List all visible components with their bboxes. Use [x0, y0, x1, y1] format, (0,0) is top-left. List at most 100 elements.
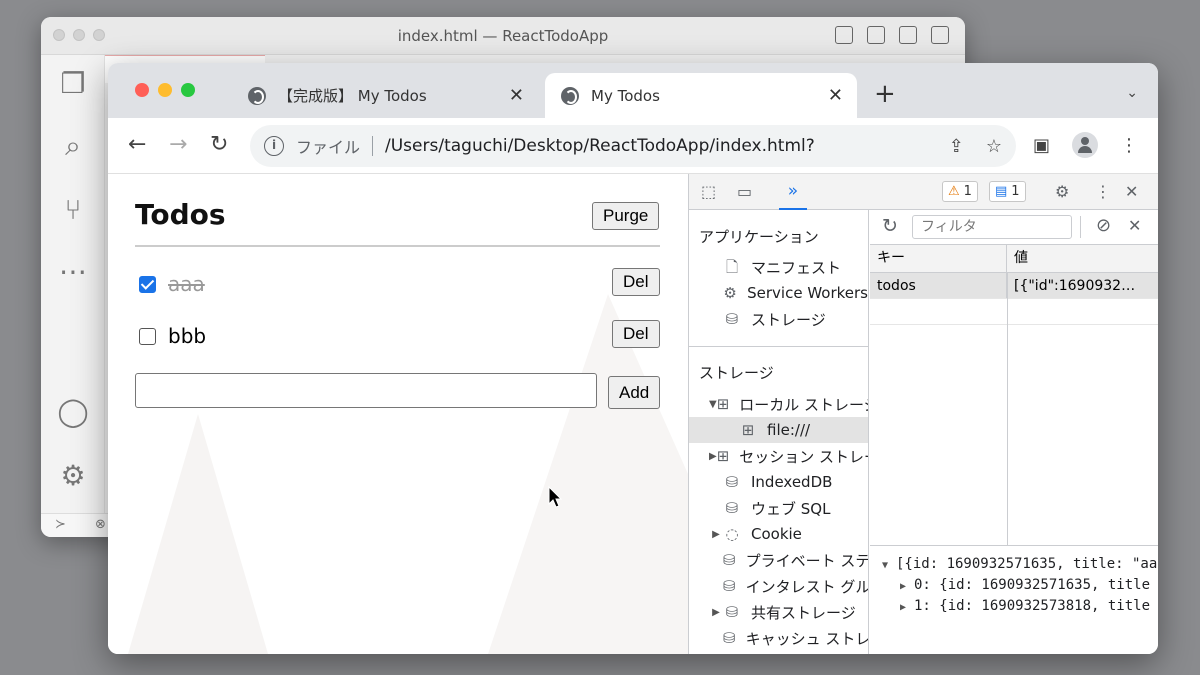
source-control-icon[interactable]: ⑂ [56, 193, 90, 227]
expand-arrow-icon[interactable]: ▶ [709, 529, 723, 540]
zoom-window-button[interactable] [181, 83, 195, 97]
clear-all-icon[interactable]: ⊘ [1096, 215, 1111, 236]
sidebar-item-manifest[interactable]: 🗋 マニフェスト [689, 254, 868, 280]
inspect-element-icon[interactable]: ⬚ [701, 182, 716, 201]
toggle-primary-sidebar-icon[interactable] [835, 26, 853, 44]
new-tab-button[interactable]: + [874, 81, 896, 107]
purge-button[interactable]: Purge [592, 202, 660, 230]
toggle-secondary-sidebar-icon[interactable] [899, 26, 917, 44]
expand-arrow-icon[interactable]: ▼ [709, 399, 717, 410]
preview-line[interactable]: ▼ [{id: 1690932571635, title: "aaa" [870, 554, 1158, 575]
sidebar-item-service-workers[interactable]: ⚙ Service Workers [689, 280, 868, 306]
chrome-menu-icon[interactable]: ⋮ [1120, 135, 1138, 156]
sidebar-item-shared-storage[interactable]: ▶ ⛁ 共有ストレージ [689, 599, 868, 625]
close-window-button[interactable] [135, 83, 149, 97]
forward-arrow-icon[interactable]: → [169, 132, 187, 158]
omnibox-actions: ⇪ ☆ [949, 136, 1002, 157]
sidebar-item-cookie[interactable]: ▶ ◌ Cookie [689, 521, 868, 547]
message-icon: ▤ [995, 184, 1008, 199]
remote-icon[interactable]: ≻ [55, 517, 66, 532]
back-arrow-icon[interactable]: ← [128, 132, 146, 158]
sidebar-item-file-origin[interactable]: ⊞ file:/// [689, 417, 868, 443]
site-info-icon[interactable]: i [264, 136, 284, 156]
close-devtools-icon[interactable]: ✕ [1125, 182, 1138, 201]
sidebar-item-label: IndexedDB [751, 473, 833, 491]
devtools-panel: ⬚ ▭ » ⚠ 1 ▤ 1 ⚙ ⋮ ✕ アプリケーション 🗋 マニフェスト ⚙ [688, 174, 1158, 654]
account-icon[interactable]: ◯ [56, 395, 90, 429]
close-tab-icon[interactable]: ✕ [509, 85, 524, 106]
warnings-badge[interactable]: ⚠ 1 [942, 181, 978, 202]
database-icon: ⛁ [723, 577, 736, 595]
sidebar-item-storage[interactable]: ⛁ ストレージ [689, 306, 868, 332]
add-button[interactable]: Add [608, 376, 661, 409]
address-scheme: ファイル [296, 138, 361, 157]
problems-icon[interactable]: ⊗ [95, 517, 106, 532]
application-sidebar: アプリケーション 🗋 マニフェスト ⚙ Service Workers ⛁ スト… [689, 210, 869, 654]
filter-divider [1080, 216, 1081, 238]
close-tab-icon[interactable]: ✕ [828, 85, 843, 106]
settings-icon[interactable]: ⚙ [56, 459, 90, 493]
table-row-empty [870, 299, 1158, 325]
customize-menu-icon[interactable]: ⋮ [1095, 182, 1111, 201]
todo-text: aaa [168, 272, 205, 296]
expand-arrow-icon[interactable]: ▶ [900, 597, 914, 618]
more-panels-icon[interactable]: » [779, 174, 807, 210]
sidebar-item-label: file:/// [767, 421, 811, 439]
sidebar-item-local-storage[interactable]: ▼ ⊞ ローカル ストレージ [689, 391, 868, 417]
sidebar-item-label: マニフェスト [751, 258, 842, 277]
sidebar-item-label: Cookie [751, 525, 802, 543]
refresh-icon[interactable]: ↻ [882, 215, 898, 237]
delete-button[interactable]: Del [612, 320, 660, 348]
filter-input[interactable]: フィルタ [912, 215, 1072, 239]
expand-arrow-icon[interactable]: ▶ [900, 576, 914, 597]
profile-avatar-icon[interactable] [1072, 132, 1098, 158]
storage-table: キー 値 todos [{"id":1690932… [870, 245, 1158, 545]
expand-arrow-icon[interactable]: ▶ [709, 607, 723, 618]
more-icon[interactable]: ⋯ [56, 255, 90, 289]
sidebar-item-private-state-tokens[interactable]: ⛁ プライベート ステート トークン [689, 547, 868, 573]
address-url[interactable]: /Users/taguchi/Desktop/ReactTodoApp/inde… [385, 136, 815, 156]
database-icon: ⛁ [723, 551, 736, 569]
settings-gear-icon[interactable]: ⚙ [1055, 182, 1069, 201]
browser-window: 【完成版】 My Todos ✕ My Todos ✕ + ⌄ ← → ↻ i … [108, 63, 1158, 654]
side-panel-icon[interactable]: ▣ [1033, 135, 1050, 156]
tab-strip: 【完成版】 My Todos ✕ My Todos ✕ + ⌄ [108, 63, 1158, 118]
sidebar-item-web-sql[interactable]: ⛁ ウェブ SQL [689, 495, 868, 521]
new-todo-input[interactable] [135, 373, 597, 408]
sidebar-item-label: セッション ストレージ [739, 447, 868, 466]
sidebar-item-indexeddb[interactable]: ⛁ IndexedDB [689, 469, 868, 495]
tab-my-todos[interactable]: My Todos ✕ [545, 73, 857, 118]
minimize-window-button[interactable] [158, 83, 172, 97]
reload-icon[interactable]: ↻ [210, 132, 228, 158]
tab-completed-todos[interactable]: 【完成版】 My Todos ✕ [243, 73, 538, 118]
preview-line[interactable]: ▶ 1: {id: 1690932573818, title [870, 596, 1158, 617]
delete-selected-icon[interactable]: ✕ [1128, 216, 1141, 235]
sidebar-item-cache-storage[interactable]: ⛁ キャッシュ ストレージ [689, 625, 868, 651]
messages-badge[interactable]: ▤ 1 [989, 181, 1026, 202]
toggle-panel-icon[interactable] [867, 26, 885, 44]
sidebar-item-label: Service Workers [747, 284, 868, 302]
column-header-key[interactable]: キー [870, 245, 1007, 272]
layout-controls [835, 26, 949, 44]
table-row[interactable]: todos [{"id":1690932… [870, 273, 1158, 299]
device-toolbar-icon[interactable]: ▭ [737, 182, 752, 201]
search-icon[interactable]: ⌕ [56, 129, 90, 163]
customize-layout-icon[interactable] [931, 26, 949, 44]
preview-line[interactable]: ▶ 0: {id: 1690932571635, title [870, 575, 1158, 596]
address-bar[interactable]: i ファイル /Users/taguchi/Desktop/ReactTodoA… [250, 125, 1016, 167]
sidebar-item-session-storage[interactable]: ▶ ⊞ セッション ストレージ [689, 443, 868, 469]
tab-search-chevron-icon[interactable]: ⌄ [1126, 85, 1138, 101]
todo-checkbox[interactable] [139, 275, 156, 293]
files-icon[interactable]: ❐ [56, 67, 90, 101]
sidebar-item-interest-groups[interactable]: ⛁ インタレスト グループ [689, 573, 868, 599]
database-icon: ⛁ [723, 629, 736, 647]
storage-filter-bar: ↻ フィルタ ⊘ ✕ [870, 210, 1158, 245]
delete-button[interactable]: Del [612, 268, 660, 296]
todo-checkbox[interactable] [139, 327, 156, 345]
column-header-value[interactable]: 値 [1007, 245, 1158, 272]
expand-arrow-icon[interactable]: ▶ [709, 451, 717, 462]
bookmark-star-icon[interactable]: ☆ [986, 136, 1002, 157]
browser-toolbar: ← → ↻ i ファイル /Users/taguchi/Desktop/Reac… [108, 118, 1158, 174]
collapse-arrow-icon[interactable]: ▼ [882, 555, 896, 576]
share-icon[interactable]: ⇪ [949, 136, 964, 157]
